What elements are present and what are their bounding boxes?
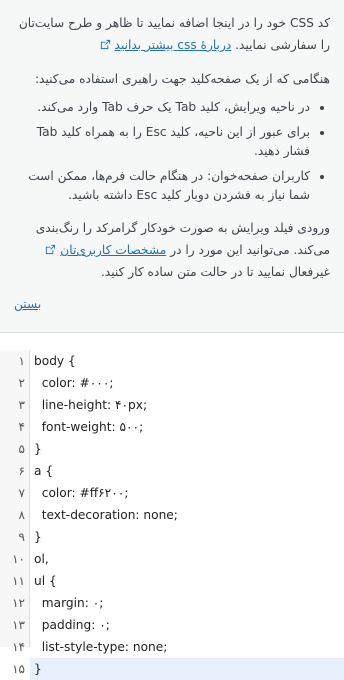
keyboard-nav-heading: هنگامی که از یک صفحه‌کلید جهت راهبری است… (34, 72, 330, 86)
code-line[interactable]: ul { (30, 570, 344, 592)
line-number: ۵ (18, 442, 25, 456)
line-number: ۱۲ (12, 596, 25, 610)
list-item: کاربران صفحه‌خوان: در هنگام حالت فرم‌ها،… (14, 167, 310, 205)
line-number: ۲ (18, 376, 25, 390)
line-number: ۱۵ (12, 662, 25, 676)
close-help-link[interactable]: بستن (14, 293, 330, 315)
code-line[interactable]: color: #۰۰۰; (30, 372, 344, 394)
line-number: ۱ (18, 354, 25, 368)
help-intro: کد CSS خود را در اینجا اضافه نمایید تا ظ… (14, 12, 330, 56)
user-profile-link-text: مشخصات کاربری‌تان (60, 243, 167, 257)
code-line[interactable]: font-weight: ۵۰۰; (30, 416, 344, 438)
css-help-panel: کد CSS خود را در اینجا اضافه نمایید تا ظ… (0, 0, 344, 332)
divider (0, 332, 344, 350)
css-code-editor[interactable]: ۱ ۲ ۳ ۴ ۵ ۶ ۷ ۸ ۹ ۱۰ ۱۱ ۱۲ ۱۳ ۱۴ ۱۵ body… (0, 350, 344, 680)
syntax-note-text-end: غیرفعال نمایید تا در حالت متن ساده کار ک… (100, 265, 330, 279)
line-number: ۶ (18, 464, 25, 478)
code-lines[interactable]: body { color: #۰۰۰; line-height: ۴۰px; f… (30, 350, 344, 680)
learn-css-link[interactable]: دربارهٔ css بیشتر بدانید (96, 38, 232, 52)
keyboard-tips-list: در ناحیه ویرایش، کلید Tab یک حرف Tab وار… (14, 98, 330, 205)
code-line[interactable]: padding: ۰; (30, 614, 344, 636)
line-number: ۸ (18, 508, 25, 522)
line-number: ۱۱ (12, 574, 25, 588)
syntax-highlight-note: ورودی فیلد ویرایش به صورت خودکار گرامرکد… (14, 217, 330, 283)
line-number: ۱۰ (12, 552, 25, 566)
code-line[interactable]: list-style-type: none; (30, 636, 344, 658)
code-line[interactable]: body { (30, 350, 344, 372)
code-line[interactable]: margin: ۰; (30, 592, 344, 614)
code-line-current[interactable]: } (30, 658, 344, 680)
line-number: ۷ (18, 486, 25, 500)
line-number: ۱۴ (12, 640, 25, 654)
code-line[interactable]: } (30, 526, 344, 548)
list-item: برای عبور از این ناحیه، کلید Esc را به ه… (14, 123, 310, 161)
line-number: ۱۳ (12, 618, 25, 632)
list-item: در ناحیه ویرایش، کلید Tab یک حرف Tab وار… (14, 98, 310, 117)
line-number: ۹ (18, 530, 25, 544)
line-number: ۳ (18, 398, 25, 412)
code-line[interactable]: a { (30, 460, 344, 482)
external-link-icon (46, 244, 56, 255)
code-line[interactable]: line-height: ۴۰px; (30, 394, 344, 416)
line-number-gutter: ۱ ۲ ۳ ۴ ۵ ۶ ۷ ۸ ۹ ۱۰ ۱۱ ۱۲ ۱۳ ۱۴ ۱۵ (0, 350, 30, 676)
external-link-icon (100, 39, 110, 50)
line-number: ۴ (18, 420, 25, 434)
learn-css-link-text: دربارهٔ css بیشتر بدانید (114, 38, 232, 52)
code-line[interactable]: } (30, 438, 344, 460)
code-line[interactable]: text-decoration: none; (30, 504, 344, 526)
code-line[interactable]: ol, (30, 548, 344, 570)
code-line[interactable]: color: #ff۶۲۰۰; (30, 482, 344, 504)
user-profile-link[interactable]: مشخصات کاربری‌تان (41, 243, 166, 257)
